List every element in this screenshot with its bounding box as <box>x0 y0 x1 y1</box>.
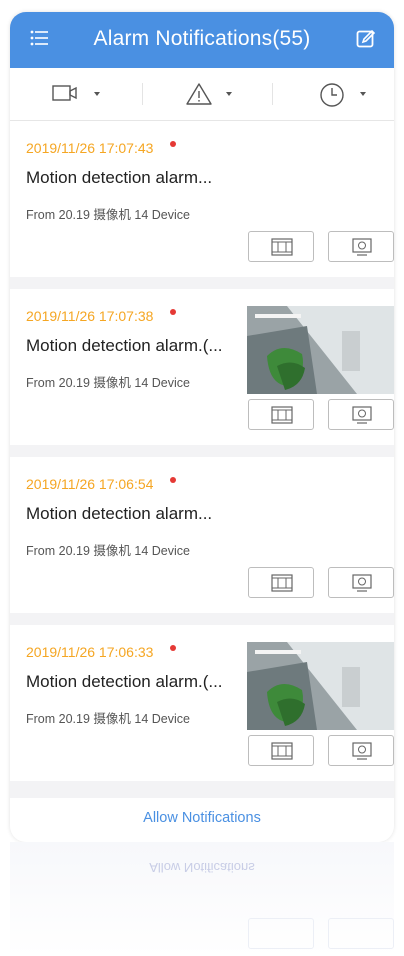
time-filter[interactable] <box>266 68 394 120</box>
warning-icon <box>186 83 212 105</box>
phone-frame: Alarm Notifications(55) 2019/11/26 17:07… <box>10 0 394 956</box>
camera-icon <box>52 85 77 101</box>
snapshot-image <box>247 306 394 394</box>
film-icon <box>271 742 293 760</box>
monitor-icon <box>352 406 372 424</box>
unread-dot-icon <box>170 645 176 651</box>
page-title: Alarm Notifications(55) <box>93 27 311 50</box>
reflection-button <box>248 918 314 949</box>
clock-icon <box>320 83 344 107</box>
notification-item[interactable]: 2019/11/26 17:06:54 Motion detection ala… <box>10 457 394 613</box>
notification-source: From 20.19 摄像机 14 Device <box>26 544 190 558</box>
film-icon <box>271 406 293 424</box>
monitor-icon <box>352 574 372 592</box>
allow-notifications-bar: Allow Notifications <box>10 798 394 842</box>
notification-source: From 20.19 摄像机 14 Device <box>26 208 190 222</box>
notification-item[interactable]: 2019/11/26 17:07:43 Motion detection ala… <box>10 121 394 277</box>
live-view-button[interactable] <box>328 567 394 598</box>
playback-button[interactable] <box>248 399 314 430</box>
notification-source: From 20.19 摄像机 14 Device <box>26 376 190 390</box>
allow-notifications-link[interactable]: Allow Notifications <box>143 810 261 826</box>
live-view-button[interactable] <box>328 231 394 262</box>
notification-time: 2019/11/26 17:07:38 <box>26 308 154 324</box>
chevron-down-icon <box>360 92 366 96</box>
edit-icon[interactable] <box>356 29 376 49</box>
notification-time: 2019/11/26 17:06:33 <box>26 644 154 660</box>
unread-dot-icon <box>170 477 176 483</box>
snapshot-image <box>247 642 394 730</box>
film-icon <box>271 238 293 256</box>
unread-dot-icon <box>170 309 176 315</box>
live-view-button[interactable] <box>328 735 394 766</box>
snapshot-thumbnail[interactable] <box>247 306 394 394</box>
camera-filter[interactable] <box>10 68 138 120</box>
notification-label: Motion detection alarm... <box>26 168 213 187</box>
notification-time: 2019/11/26 17:06:54 <box>26 476 154 492</box>
reflection-text: Allow Notifications <box>149 860 255 875</box>
playback-button[interactable] <box>248 567 314 598</box>
notification-label: Motion detection alarm.(... <box>26 672 223 691</box>
app-card: Alarm Notifications(55) 2019/11/26 17:07… <box>10 12 394 842</box>
filter-bar <box>10 68 394 121</box>
notification-label: Motion detection alarm.(... <box>26 336 223 355</box>
notification-source: From 20.19 摄像机 14 Device <box>26 712 190 726</box>
monitor-icon <box>352 742 372 760</box>
notification-label: Motion detection alarm... <box>26 504 213 523</box>
chevron-down-icon <box>94 92 100 96</box>
notification-item[interactable]: 2019/11/26 17:07:38 Motion detection ala… <box>10 289 394 445</box>
monitor-icon <box>352 238 372 256</box>
chevron-down-icon <box>226 92 232 96</box>
reflection-button <box>328 918 394 949</box>
live-view-button[interactable] <box>328 399 394 430</box>
reflection: Allow Notifications <box>10 842 394 956</box>
alert-filter[interactable] <box>138 68 266 120</box>
snapshot-thumbnail[interactable] <box>247 642 394 730</box>
notification-time: 2019/11/26 17:07:43 <box>26 140 154 156</box>
notification-item[interactable]: 2019/11/26 17:06:33 Motion detection ala… <box>10 625 394 781</box>
playback-button[interactable] <box>248 231 314 262</box>
film-icon <box>271 574 293 592</box>
playback-button[interactable] <box>248 735 314 766</box>
app-header: Alarm Notifications(55) <box>10 12 394 68</box>
unread-dot-icon <box>170 141 176 147</box>
